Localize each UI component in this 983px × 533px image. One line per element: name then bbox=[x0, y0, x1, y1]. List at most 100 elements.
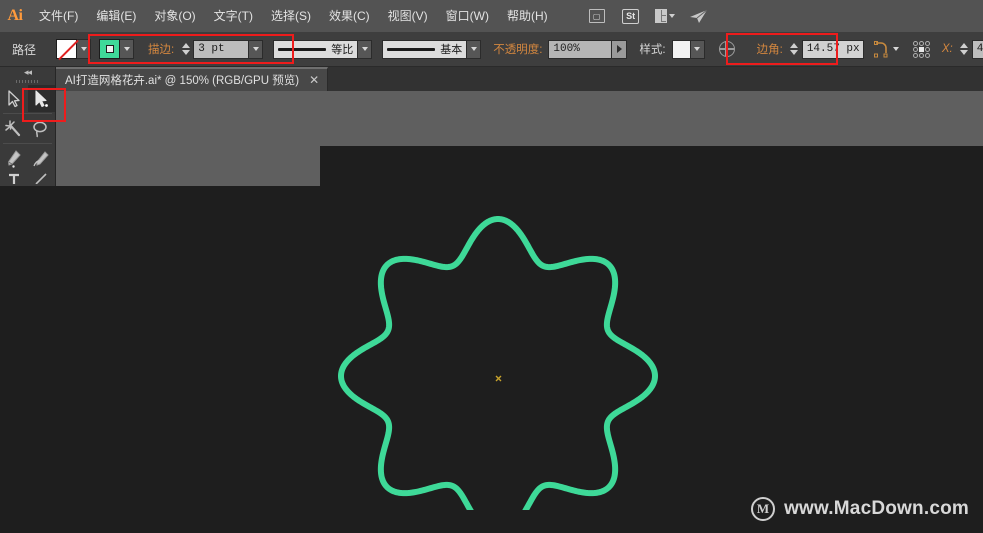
ref-point-ml[interactable] bbox=[912, 46, 918, 52]
illustrator-window: Ai 文件(F) 编辑(E) 对象(O) 文字(T) 选择(S) 效果(C) 视… bbox=[0, 0, 983, 533]
tools-divider-2 bbox=[3, 143, 52, 144]
type-tool[interactable] bbox=[0, 172, 28, 184]
stroke-profile-value: 等比 bbox=[331, 44, 354, 56]
selected-object-type: 路径 bbox=[12, 42, 37, 57]
stroke-weight-control[interactable]: 3 pt bbox=[180, 39, 264, 59]
corner-radius-label: 边角: bbox=[756, 44, 783, 56]
lasso-icon bbox=[33, 121, 47, 137]
document-tab-title: AI打造网格花卉.ai* @ 150% (RGB/GPU 预览) bbox=[65, 75, 300, 87]
tools-panel: ◂◂ bbox=[0, 67, 56, 186]
document-tab-bar: AI打造网格花卉.ai* @ 150% (RGB/GPU 预览) ✕ bbox=[55, 67, 983, 91]
scalloped-flower-path[interactable] bbox=[320, 180, 720, 533]
watermark-text: www.MacDown.com bbox=[784, 498, 969, 519]
pen-nib-icon bbox=[8, 149, 21, 168]
control-bar: 路径 描边: 3 pt 等比 基本 不透明度: 100% 样式: 边角: 14.… bbox=[0, 32, 983, 67]
brush-definition-combo[interactable]: 基本 bbox=[382, 39, 468, 59]
corner-type-dropdown-arrow[interactable] bbox=[892, 47, 899, 51]
opacity-label: 不透明度: bbox=[493, 44, 543, 56]
fill-color-control[interactable] bbox=[56, 39, 92, 59]
document-tab[interactable]: AI打造网格花卉.ai* @ 150% (RGB/GPU 预览) ✕ bbox=[55, 67, 329, 91]
opacity-slider-arrow[interactable] bbox=[612, 39, 628, 59]
ref-point-tc[interactable] bbox=[918, 40, 924, 46]
macdown-logo-icon: M bbox=[751, 497, 776, 521]
graphic-style-dropdown-arrow[interactable] bbox=[690, 39, 705, 59]
menu-view[interactable]: 视图(V) bbox=[379, 0, 437, 32]
menu-type[interactable]: 文字(T) bbox=[205, 0, 262, 32]
menu-object[interactable]: 对象(O) bbox=[145, 0, 204, 32]
menu-window[interactable]: 窗口(W) bbox=[437, 0, 498, 32]
bridge-icon[interactable]: ▢ bbox=[587, 7, 607, 25]
profile-preview-line bbox=[278, 47, 327, 51]
pen-tool[interactable] bbox=[0, 145, 28, 172]
stroke-weight-spinner[interactable] bbox=[180, 39, 191, 59]
app-logo: Ai bbox=[7, 7, 24, 24]
stroke-weight-input[interactable]: 3 pt bbox=[193, 39, 250, 59]
menu-bar: Ai 文件(F) 编辑(E) 对象(O) 文字(T) 选择(S) 效果(C) 视… bbox=[0, 0, 983, 32]
share-icon[interactable] bbox=[689, 7, 709, 25]
stroke-color-control[interactable] bbox=[99, 39, 135, 59]
tools-panel-drag-handle[interactable] bbox=[0, 78, 55, 85]
stroke-weight-dropdown-arrow[interactable] bbox=[249, 39, 264, 59]
corner-radius-spinner[interactable] bbox=[789, 39, 800, 59]
ref-point-tl[interactable] bbox=[912, 40, 918, 46]
lasso-tool[interactable] bbox=[28, 115, 56, 142]
ref-point-br[interactable] bbox=[924, 52, 930, 58]
menu-help[interactable]: 帮助(H) bbox=[498, 0, 557, 32]
stock-icon[interactable]: St bbox=[621, 7, 641, 25]
selection-tool[interactable] bbox=[0, 85, 28, 112]
tool-row-selection bbox=[0, 85, 55, 112]
brush-definition-value: 基本 bbox=[440, 44, 463, 56]
menu-file[interactable]: 文件(F) bbox=[30, 0, 87, 32]
direct-selection-tool[interactable] bbox=[27, 85, 55, 112]
artwork-container[interactable] bbox=[320, 180, 720, 533]
corner-type-icon[interactable] bbox=[873, 40, 889, 58]
menu-effect[interactable]: 效果(C) bbox=[320, 0, 379, 32]
center-anchor-marker bbox=[495, 375, 502, 382]
line-segment-tool[interactable] bbox=[28, 172, 56, 184]
tools-divider bbox=[3, 113, 52, 114]
menu-select[interactable]: 选择(S) bbox=[262, 0, 320, 32]
ref-point-bl[interactable] bbox=[912, 52, 918, 58]
selection-arrow-icon bbox=[8, 89, 20, 107]
x-position-input[interactable]: 400 px bbox=[971, 39, 983, 59]
arrange-documents-icon[interactable] bbox=[654, 7, 675, 25]
stroke-profile-dropdown-arrow[interactable] bbox=[358, 39, 373, 59]
ref-point-bc[interactable] bbox=[918, 52, 924, 58]
brush-definition-control[interactable]: 基本 bbox=[382, 39, 482, 59]
reference-point-selector[interactable] bbox=[912, 40, 930, 58]
corner-radius-input[interactable]: 14.57 px bbox=[801, 39, 864, 59]
watermark: M www.MacDown.com bbox=[751, 497, 969, 521]
stroke-dropdown-arrow[interactable] bbox=[120, 39, 135, 59]
opacity-input[interactable]: 100% bbox=[548, 39, 613, 59]
tools-panel-collapse-icon[interactable]: ◂◂ bbox=[0, 67, 55, 78]
menu-edit[interactable]: 编辑(E) bbox=[87, 0, 145, 32]
brush-definition-dropdown-arrow[interactable] bbox=[467, 39, 482, 59]
x-position-control[interactable]: 400 px bbox=[959, 39, 983, 59]
ref-point-tr[interactable] bbox=[924, 40, 930, 46]
stroke-swatch[interactable] bbox=[99, 39, 121, 59]
fill-dropdown-arrow[interactable] bbox=[77, 39, 92, 59]
stroke-weight-label: 描边: bbox=[148, 44, 175, 56]
type-T-icon bbox=[8, 173, 19, 184]
menubar-right-icons: ▢ St bbox=[587, 7, 709, 25]
tool-row-type-line bbox=[0, 172, 55, 184]
tool-row-pen-curvature bbox=[0, 145, 55, 172]
ref-point-mc[interactable] bbox=[918, 46, 924, 52]
curvature-pen-icon bbox=[33, 150, 49, 166]
recolor-artwork-icon[interactable] bbox=[718, 41, 735, 57]
fill-swatch[interactable] bbox=[56, 39, 78, 59]
magic-wand-tool[interactable] bbox=[0, 115, 28, 142]
curvature-tool[interactable] bbox=[28, 145, 56, 172]
ref-point-mr[interactable] bbox=[924, 46, 930, 52]
x-position-spinner[interactable] bbox=[959, 39, 970, 59]
artboard-strip-left bbox=[56, 146, 320, 186]
corner-type-control[interactable] bbox=[873, 40, 899, 58]
opacity-control[interactable]: 100% bbox=[548, 39, 628, 59]
stroke-profile-combo[interactable]: 等比 bbox=[273, 39, 359, 59]
graphic-style-swatch[interactable] bbox=[671, 39, 691, 59]
close-icon[interactable]: ✕ bbox=[309, 74, 319, 86]
graphic-style-control[interactable] bbox=[671, 39, 705, 59]
artboard-strip-top bbox=[56, 91, 983, 146]
stroke-profile-control[interactable]: 等比 bbox=[273, 39, 373, 59]
corner-radius-control[interactable]: 14.57 px bbox=[789, 39, 864, 59]
